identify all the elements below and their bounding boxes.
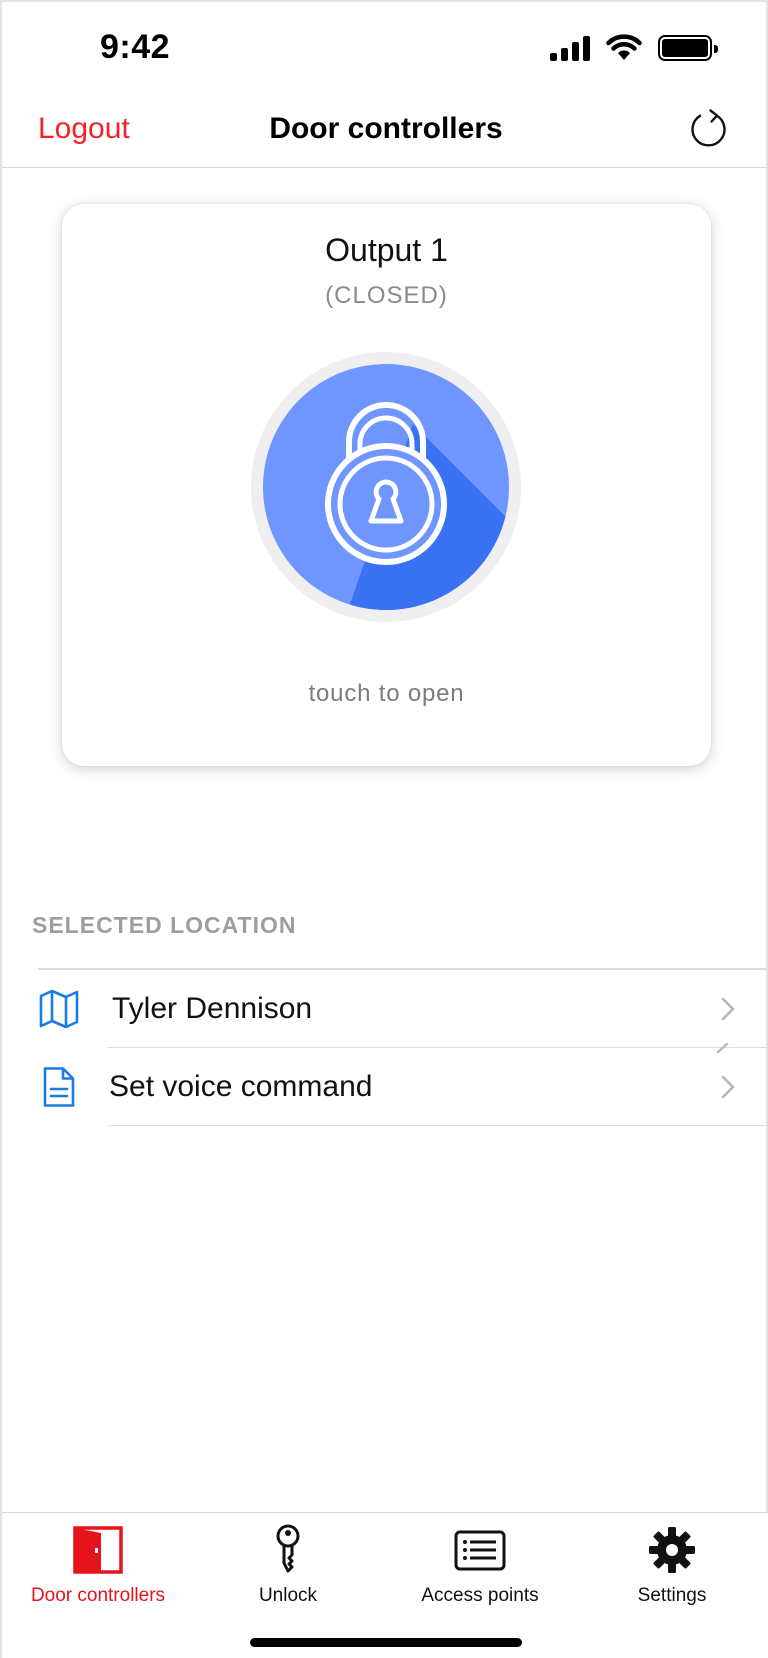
- door-icon: [73, 1526, 123, 1574]
- voice-command-row[interactable]: Set voice command: [2, 1048, 768, 1126]
- refresh-icon[interactable]: [686, 106, 732, 152]
- touch-to-open-hint: touch to open: [308, 680, 465, 707]
- status-time: 9:42: [100, 28, 171, 66]
- tab-unlock[interactable]: Unlock: [192, 1513, 384, 1613]
- cellular-signal-icon: [550, 35, 590, 61]
- tab-label: Access points: [421, 1585, 539, 1606]
- battery-icon: [658, 35, 718, 61]
- chevron-right-icon: [721, 1075, 735, 1099]
- tab-label: Unlock: [258, 1585, 318, 1606]
- navigation-bar: Logout Door controllers: [2, 98, 768, 168]
- output-name: Output 1: [325, 232, 448, 268]
- output-status: (CLOSED): [325, 282, 448, 309]
- tab-label: Settings: [637, 1585, 707, 1606]
- status-bar: 9:42: [2, 2, 768, 98]
- app-screen: 9:42 Logout Door controllers Output 1 (C…: [0, 0, 768, 1658]
- wifi-icon: [606, 34, 642, 60]
- location-row[interactable]: Tyler Dennison: [2, 970, 768, 1048]
- chevron-right-icon: [721, 997, 735, 1021]
- map-icon: [39, 989, 79, 1029]
- key-icon: [276, 1524, 300, 1573]
- list-icon: [454, 1530, 506, 1571]
- voice-command-label: Set voice command: [109, 1070, 373, 1103]
- tab-label: Door controllers: [30, 1585, 166, 1606]
- list-divider: [108, 1124, 768, 1126]
- page-title: Door controllers: [269, 112, 503, 145]
- home-indicator[interactable]: [250, 1638, 522, 1647]
- section-header-selected-location: SELECTED LOCATION: [32, 912, 297, 938]
- tab-access-points[interactable]: Access points: [384, 1513, 576, 1613]
- status-icons: [550, 34, 718, 62]
- gear-icon: [649, 1527, 695, 1573]
- tab-settings[interactable]: Settings: [576, 1513, 768, 1613]
- lock-toggle-button[interactable]: [251, 352, 521, 622]
- tab-bar: Door controllers Unlock Access points Se…: [2, 1512, 768, 1658]
- padlock-icon: [263, 364, 509, 610]
- door-controller-card: Output 1 (CLOSED) touch to open: [62, 204, 711, 766]
- tab-door-controllers[interactable]: Door controllers: [2, 1513, 194, 1613]
- document-icon: [43, 1067, 75, 1107]
- location-name: Tyler Dennison: [112, 992, 313, 1025]
